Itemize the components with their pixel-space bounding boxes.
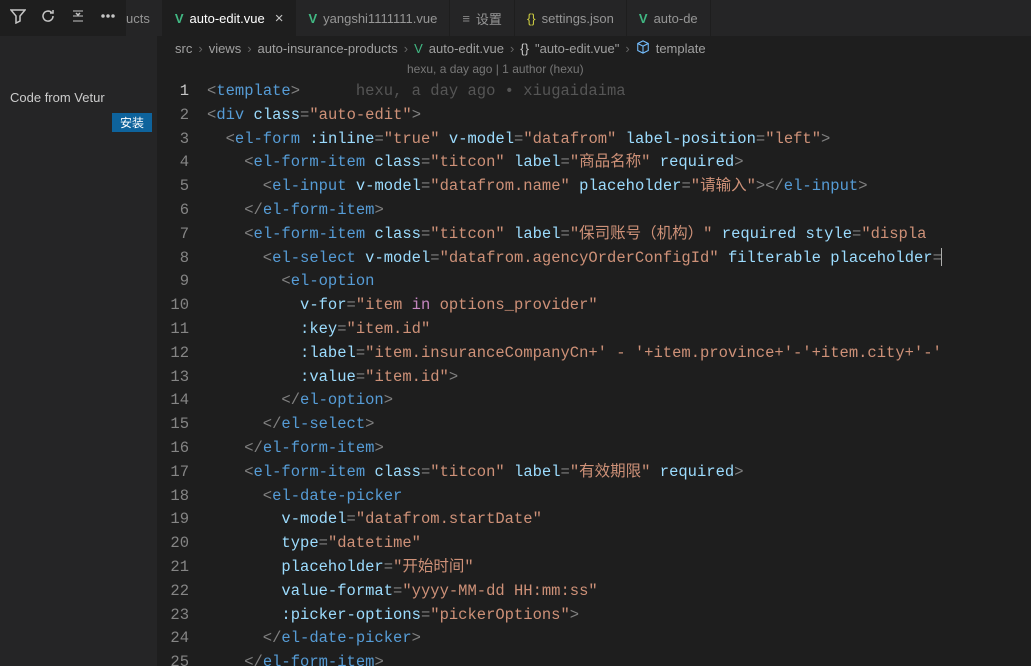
collapse-icon[interactable] — [70, 8, 86, 29]
code-line[interactable]: v-for="item in options_provider" — [207, 294, 1031, 318]
line-number: 15 — [157, 413, 189, 437]
line-number: 5 — [157, 175, 189, 199]
more-icon[interactable] — [100, 8, 116, 29]
install-button[interactable]: 安装 — [112, 113, 152, 132]
vue-icon: V — [639, 11, 648, 26]
vue-icon: V — [175, 11, 184, 26]
line-number: 6 — [157, 199, 189, 223]
code-line[interactable]: </el-form-item> — [207, 651, 1031, 666]
code-line[interactable]: </el-select> — [207, 413, 1031, 437]
line-number: 20 — [157, 532, 189, 556]
code-line[interactable]: </el-form-item> — [207, 199, 1031, 223]
breadcrumb[interactable]: src › views › auto-insurance-products › Vauto-… — [157, 36, 1031, 60]
tab-label: settings.json — [542, 11, 614, 26]
filter-icon[interactable] — [10, 8, 26, 29]
line-number: 13 — [157, 366, 189, 390]
code-line[interactable]: <el-form :inline="true" v-model="datafro… — [207, 128, 1031, 152]
code-line[interactable]: <el-input v-model="datafrom.name" placeh… — [207, 175, 1031, 199]
code-line[interactable]: <el-form-item class="titcon" label="保司账号… — [207, 223, 1031, 247]
editor-tabs: ucts Vauto-edit.vue × Vyangshi1111111.vue ≡ 设… — [126, 0, 1031, 36]
code-line[interactable]: <el-form-item class="titcon" label="有效期限… — [207, 461, 1031, 485]
line-number: 16 — [157, 437, 189, 461]
vue-icon: V — [308, 11, 317, 26]
sidebar: Code from Vetur 安装 — [0, 36, 157, 666]
code-line[interactable]: <el-date-picker — [207, 485, 1031, 509]
line-number: 2 — [157, 104, 189, 128]
code-line[interactable]: value-format="yyyy-MM-dd HH:mm:ss" — [207, 580, 1031, 604]
line-number: 18 — [157, 485, 189, 509]
line-number: 9 — [157, 270, 189, 294]
breadcrumb-item[interactable]: "auto-edit.vue" — [535, 41, 619, 56]
tab-auto-edit-vue[interactable]: Vauto-edit.vue × — [163, 0, 297, 36]
explorer-iconbar — [0, 0, 126, 36]
tab-ucts[interactable]: ucts — [126, 0, 163, 36]
vetur-title: Code from Vetur — [0, 86, 157, 109]
editor: src › views › auto-insurance-products › Vauto-… — [157, 36, 1031, 666]
code-line[interactable]: </el-form-item> — [207, 437, 1031, 461]
breadcrumb-item[interactable]: src — [175, 41, 192, 56]
git-blame: hexu, a day ago • xiugaidaima — [356, 82, 626, 100]
close-icon[interactable]: × — [275, 10, 284, 27]
braces-icon: {} — [520, 41, 529, 56]
chevron-right-icon: › — [510, 41, 514, 56]
line-gutter: 1234567891011121314151617181920212223242… — [157, 80, 207, 666]
code-content[interactable]: <template> hexu, a day ago • xiugaidaima… — [207, 80, 1031, 666]
line-number: 3 — [157, 128, 189, 152]
code-line[interactable]: v-model="datafrom.startDate" — [207, 508, 1031, 532]
line-number: 1 — [157, 80, 189, 104]
tab-auto-de[interactable]: Vauto-de — [627, 0, 711, 36]
chevron-right-icon: › — [404, 41, 408, 56]
breadcrumb-item[interactable]: auto-edit.vue — [429, 41, 504, 56]
breadcrumb-item[interactable]: template — [656, 41, 706, 56]
tab-label: auto-edit.vue — [190, 11, 265, 26]
authors-info: hexu, a day ago | 1 author (hexu) — [157, 60, 1031, 80]
code-line[interactable]: :value="item.id"> — [207, 366, 1031, 390]
chevron-right-icon: › — [625, 41, 629, 56]
line-number: 21 — [157, 556, 189, 580]
code-line[interactable]: placeholder="开始时间" — [207, 556, 1031, 580]
line-number: 19 — [157, 508, 189, 532]
tab-label: 设置 — [476, 9, 502, 28]
line-number: 14 — [157, 389, 189, 413]
code-line[interactable]: <el-option — [207, 270, 1031, 294]
settings-icon: ≡ — [462, 11, 470, 26]
code-line[interactable]: :picker-options="pickerOptions"> — [207, 604, 1031, 628]
tab-yangshi1111111-vue[interactable]: Vyangshi1111111.vue — [296, 0, 450, 36]
refresh-icon[interactable] — [40, 8, 56, 29]
json-icon: {} — [527, 11, 536, 26]
line-number: 7 — [157, 223, 189, 247]
tab-label: auto-de — [654, 11, 698, 26]
line-number: 22 — [157, 580, 189, 604]
line-number: 17 — [157, 461, 189, 485]
chevron-right-icon: › — [247, 41, 251, 56]
line-number: 10 — [157, 294, 189, 318]
breadcrumb-item[interactable]: views — [209, 41, 242, 56]
tab-label: ucts — [126, 11, 150, 26]
vue-icon: V — [414, 41, 423, 56]
line-number: 25 — [157, 651, 189, 666]
line-number: 23 — [157, 604, 189, 628]
line-number: 8 — [157, 247, 189, 271]
code-line[interactable]: <el-form-item class="titcon" label="商品名称… — [207, 151, 1031, 175]
line-number: 4 — [157, 151, 189, 175]
code-line[interactable]: :key="item.id" — [207, 318, 1031, 342]
line-number: 11 — [157, 318, 189, 342]
code-line[interactable]: <div class="auto-edit"> — [207, 104, 1031, 128]
tab-label: yangshi1111111.vue — [323, 11, 437, 26]
code-line[interactable]: <el-select v-model="datafrom.agencyOrder… — [207, 247, 1031, 271]
code-line[interactable]: </el-date-picker> — [207, 627, 1031, 651]
line-number: 24 — [157, 627, 189, 651]
code-line[interactable]: <template> hexu, a day ago • xiugaidaima — [207, 80, 1031, 104]
code-line[interactable]: type="datetime" — [207, 532, 1031, 556]
tab-settings-json[interactable]: {} settings.json — [515, 0, 627, 36]
code-line[interactable]: :label="item.insuranceCompanyCn+' - '+it… — [207, 342, 1031, 366]
template-icon — [636, 40, 650, 57]
tab--[interactable]: ≡ 设置 — [450, 0, 515, 36]
chevron-right-icon: › — [198, 41, 202, 56]
line-number: 12 — [157, 342, 189, 366]
code-line[interactable]: </el-option> — [207, 389, 1031, 413]
text-cursor — [941, 248, 942, 266]
breadcrumb-item[interactable]: auto-insurance-products — [258, 41, 398, 56]
